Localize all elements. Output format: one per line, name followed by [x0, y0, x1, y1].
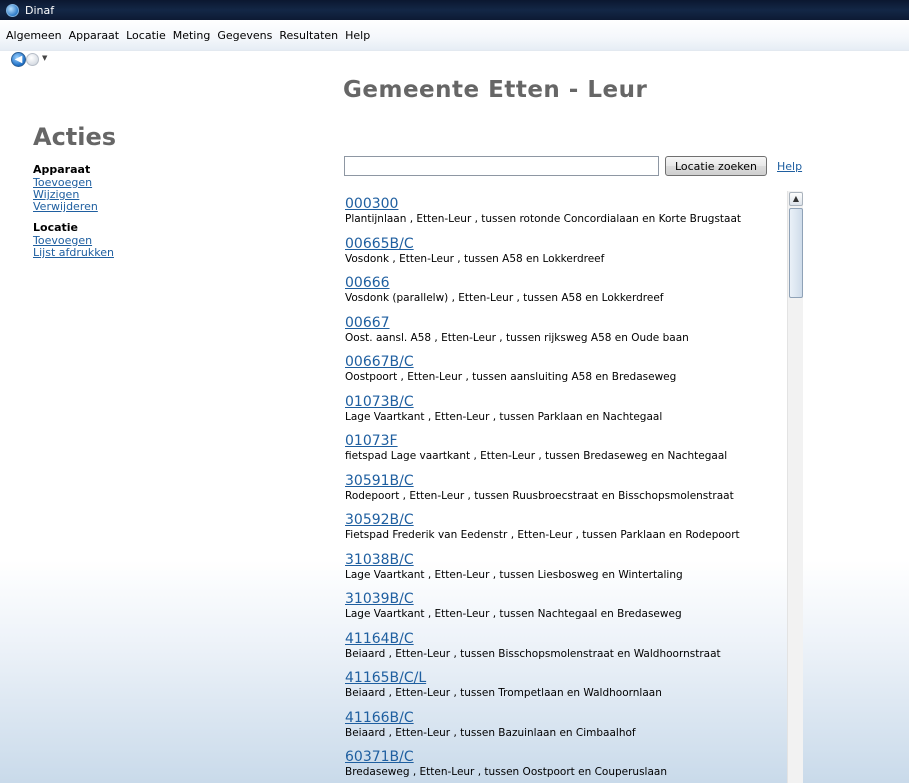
result-item: 000300 Plantijnlaan , Etten-Leur , tussen… — [345, 196, 790, 236]
result-item: 41166B/C Beiaard , Etten-Leur , tussen Ba… — [345, 710, 790, 750]
menu-item-meting[interactable]: Meting — [173, 29, 211, 42]
result-code-link[interactable]: 01073F — [345, 433, 790, 450]
help-link[interactable]: Help — [777, 160, 802, 173]
result-item: 41165B/C/L Beiaard , Etten-Leur , tussen … — [345, 670, 790, 710]
result-description: Vosdonk (parallelw) , Etten-Leur , tusse… — [345, 292, 664, 304]
result-code-link[interactable]: 00667 — [345, 315, 790, 332]
result-code-link[interactable]: 41165B/C/L — [345, 670, 790, 687]
scroll-up-button[interactable]: ▲ — [789, 192, 803, 206]
result-code-link[interactable]: 31039B/C — [345, 591, 790, 608]
history-dropdown-icon[interactable]: ▼ — [42, 54, 47, 62]
result-description: Beiaard , Etten-Leur , tussen Bazuinlaan… — [345, 726, 636, 739]
result-code-link[interactable]: 000300 — [345, 196, 790, 213]
result-item: 60371B/C Bredaseweg , Etten-Leur , tussen… — [345, 749, 790, 783]
result-item: 31038B/C Lage Vaartkant , Etten-Leur , tu… — [345, 552, 790, 592]
scroll-thumb[interactable] — [789, 208, 803, 298]
result-description: Lage Vaartkant , Etten-Leur , tussen Lie… — [345, 568, 683, 581]
result-item: 30591B/C Rodepoort , Etten-Leur , tussen … — [345, 473, 790, 513]
result-description: Beiaard , Etten-Leur , tussen Trompetlaa… — [345, 687, 662, 699]
chevron-up-icon: ▲ — [792, 194, 800, 203]
result-description: Rodepoort , Etten-Leur , tussen Ruusbroe… — [345, 489, 734, 502]
result-code-link[interactable]: 30592B/C — [345, 512, 790, 529]
result-description: Plantijnlaan , Etten-Leur , tussen roton… — [345, 213, 742, 225]
app-icon — [6, 3, 19, 17]
sidebar-link-locatie-lijst-afdrukken[interactable]: Lijst afdrukken — [33, 247, 183, 259]
sidebar-link-apparaat-verwijderen[interactable]: Verwijderen — [33, 201, 183, 213]
result-code-link[interactable]: 00666 — [345, 275, 790, 292]
result-code-link[interactable]: 00667B/C — [345, 354, 790, 371]
sidebar-group-title: Apparaat — [33, 163, 91, 176]
result-code-link[interactable]: 41166B/C — [345, 710, 790, 727]
result-code-link[interactable]: 00665B/C — [345, 236, 790, 253]
menu-item-locatie[interactable]: Locatie — [126, 29, 166, 42]
result-code-link[interactable]: 31038B/C — [345, 552, 790, 569]
scrollbar[interactable]: ▲ — [787, 191, 803, 783]
menu-item-algemeen[interactable]: Algemeen — [6, 29, 62, 42]
sidebar-group-apparaat: Apparaat Toevoegen Wijzigen Verwijderen — [33, 163, 183, 213]
result-code-link[interactable]: 30591B/C — [345, 473, 790, 490]
menu-item-help[interactable]: Help — [345, 29, 370, 42]
sidebar-heading: Acties — [33, 123, 117, 151]
forward-button[interactable] — [26, 53, 39, 66]
result-code-link[interactable]: 41164B/C — [345, 631, 790, 648]
result-item: 00665B/C Vosdonk , Etten-Leur , tussen A5… — [345, 236, 790, 276]
menu-item-gegevens[interactable]: Gegevens — [217, 29, 272, 42]
navigation-bar: ◀ ▼ — [0, 51, 909, 69]
search-button[interactable]: Locatie zoeken — [665, 156, 767, 176]
menu-bar: Algemeen Apparaat Locatie Meting Gegevens Res… — [0, 20, 909, 51]
menu-items: Algemeen Apparaat Locatie Meting Gegevens Res… — [6, 29, 377, 42]
search-input[interactable] — [344, 156, 659, 176]
result-description: Oostpoort , Etten-Leur , tussen aansluit… — [345, 371, 677, 383]
result-item: 30592B/C Fietspad Frederik van Eedenstr ,… — [345, 512, 790, 552]
page-title: Gemeente Etten - Leur — [343, 77, 648, 103]
menu-item-apparaat[interactable]: Apparaat — [69, 29, 120, 42]
back-arrow-icon: ◀ — [14, 54, 23, 65]
result-item: 01073F fietspad Lage vaartkant , Etten-Le… — [345, 433, 790, 473]
sidebar-group-title: Locatie — [33, 221, 78, 234]
sidebar-group-locatie: Locatie Toevoegen Lijst afdrukken — [33, 221, 183, 259]
result-description: Fietspad Frederik van Eedenstr , Etten-L… — [345, 529, 740, 541]
menu-item-resultaten[interactable]: Resultaten — [279, 29, 338, 42]
back-button[interactable]: ◀ — [11, 52, 26, 67]
result-code-link[interactable]: 60371B/C — [345, 749, 790, 766]
title-bar: Dinaf — [0, 0, 909, 20]
sidebar: Apparaat Toevoegen Wijzigen Verwijderen Loca… — [33, 163, 183, 267]
result-description: Lage Vaartkant , Etten-Leur , tussen Par… — [345, 410, 663, 423]
result-item: 00666 Vosdonk (parallelw) , Etten-Leur , … — [345, 275, 790, 315]
result-item: 01073B/C Lage Vaartkant , Etten-Leur , tu… — [345, 394, 790, 434]
result-description: Vosdonk , Etten-Leur , tussen A58 en Lok… — [345, 252, 605, 265]
window-title: Dinaf — [25, 3, 55, 17]
result-code-link[interactable]: 01073B/C — [345, 394, 790, 411]
result-item: 00667 Oost. aansl. A58 , Etten-Leur , tus… — [345, 315, 790, 355]
result-description: Lage Vaartkant , Etten-Leur , tussen Nac… — [345, 608, 682, 620]
result-description: Oost. aansl. A58 , Etten-Leur , tussen r… — [345, 331, 689, 344]
result-description: fietspad Lage vaartkant , Etten-Leur , t… — [345, 450, 728, 462]
result-description: Beiaard , Etten-Leur , tussen Bisschopsm… — [345, 647, 721, 660]
result-item: 31039B/C Lage Vaartkant , Etten-Leur , tu… — [345, 591, 790, 631]
result-description: Bredaseweg , Etten-Leur , tussen Oostpoo… — [345, 766, 667, 778]
results-list: 000300 Plantijnlaan , Etten-Leur , tussen… — [345, 196, 790, 783]
result-item: 00667B/C Oostpoort , Etten-Leur , tussen … — [345, 354, 790, 394]
result-item: 41164B/C Beiaard , Etten-Leur , tussen Bi… — [345, 631, 790, 671]
